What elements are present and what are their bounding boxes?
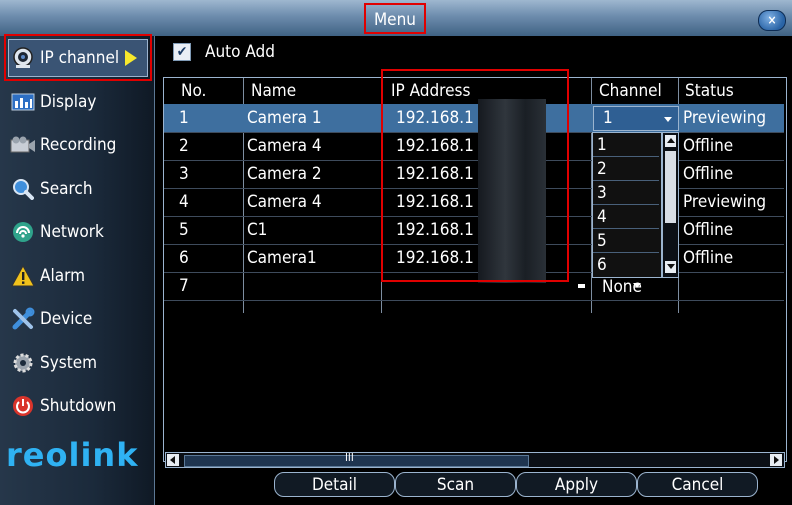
- sidebar-item-system[interactable]: System: [10, 346, 150, 380]
- scan-button[interactable]: Scan: [395, 472, 516, 497]
- scroll-down-icon[interactable]: [665, 261, 676, 273]
- row-marker: [578, 284, 585, 288]
- cell-name: Camera 4: [247, 192, 322, 212]
- cell-status: Offline: [683, 164, 734, 184]
- ip-address-highlight-box: [381, 69, 569, 282]
- active-arrow-icon: [125, 50, 138, 66]
- chevron-down-icon: [664, 117, 672, 122]
- ip-camera-icon: [10, 47, 36, 69]
- scroll-right-icon[interactable]: [770, 454, 782, 466]
- reolink-logo: reolink: [6, 436, 139, 474]
- cell-no: 5: [179, 220, 189, 240]
- cell-status: Offline: [683, 220, 734, 240]
- sidebar-item-recording[interactable]: Recording: [10, 128, 150, 162]
- display-icon: [10, 91, 36, 113]
- cell-name: C1: [247, 220, 268, 240]
- sidebar-item-label: Alarm: [40, 266, 85, 286]
- scroll-left-icon[interactable]: [167, 454, 179, 466]
- cell-no: 4: [179, 192, 189, 212]
- channel-option[interactable]: 5: [593, 229, 659, 253]
- cell-no: 2: [179, 136, 189, 156]
- title-bar: Menu ×: [0, 0, 792, 37]
- channel-option[interactable]: 2: [593, 157, 659, 181]
- cell-name: Camera 2: [247, 164, 322, 184]
- alarm-icon: [10, 265, 36, 287]
- title-highlight-box: [364, 3, 426, 34]
- cell-name: Camera 1: [247, 108, 322, 128]
- sidebar-item-label: Display: [40, 92, 97, 112]
- sidebar-item-alarm[interactable]: Alarm: [10, 259, 150, 293]
- header-name: Name: [251, 81, 297, 101]
- sidebar-item-display[interactable]: Display: [10, 85, 150, 119]
- cell-status: Offline: [683, 248, 734, 268]
- channel-option[interactable]: 3: [593, 181, 659, 205]
- sidebar-item-label: Shutdown: [40, 396, 117, 416]
- cell-no: 3: [179, 164, 189, 184]
- header-status: Status: [685, 81, 734, 101]
- search-icon: [10, 178, 36, 200]
- channel-dropdown-list: 1 2 3 4 5 6: [592, 132, 662, 278]
- sidebar-item-label: IP channel: [40, 48, 120, 68]
- cell-name: Camera1: [247, 248, 317, 268]
- apply-button[interactable]: Apply: [516, 472, 637, 497]
- sidebar-item-label: Search: [40, 179, 93, 199]
- device-icon: [10, 307, 36, 330]
- close-button[interactable]: ×: [758, 10, 786, 31]
- sidebar-item-shutdown[interactable]: Shutdown: [10, 389, 150, 423]
- sidebar-item-ip-channel[interactable]: IP channel: [10, 41, 150, 75]
- scroll-thumb[interactable]: [665, 151, 676, 223]
- sidebar-item-device[interactable]: Device: [10, 302, 150, 336]
- channel-option[interactable]: 6: [593, 253, 659, 277]
- cell-name: Camera 4: [247, 136, 322, 156]
- header-channel: Channel: [599, 81, 662, 101]
- sidebar-item-label: Device: [40, 309, 93, 329]
- sidebar-item-label: Network: [40, 222, 104, 242]
- channel-dropdown-scrollbar[interactable]: [662, 132, 679, 278]
- sidebar: IP channel Display Recording Search Netw…: [0, 34, 155, 505]
- table-horizontal-scrollbar[interactable]: III: [165, 451, 785, 468]
- channel-dropdown-value: 1: [603, 108, 613, 128]
- scroll-thumb[interactable]: III: [184, 451, 529, 467]
- auto-add-option[interactable]: ✔ Auto Add: [173, 42, 275, 62]
- cell-no: 1: [179, 108, 189, 128]
- scroll-up-icon[interactable]: [665, 135, 676, 147]
- network-icon: [10, 221, 36, 243]
- header-no: No.: [181, 81, 207, 101]
- scroll-thumb-grip: III: [345, 451, 354, 464]
- shutdown-icon: [10, 395, 36, 417]
- cell-status: Offline: [683, 136, 734, 156]
- recording-icon: [10, 134, 36, 156]
- channel-dropdown-arrow-icon: [633, 283, 641, 288]
- cancel-button[interactable]: Cancel: [637, 472, 758, 497]
- cell-no: 6: [179, 248, 189, 268]
- sidebar-item-label: System: [40, 353, 98, 373]
- channel-option[interactable]: 1: [593, 133, 659, 157]
- system-icon: [10, 352, 36, 374]
- channel-option[interactable]: 4: [593, 205, 659, 229]
- sidebar-item-search[interactable]: Search: [10, 172, 150, 206]
- auto-add-checkbox[interactable]: ✔: [173, 43, 191, 61]
- nvr-menu-window: Menu × IP channel Display Recording Sear…: [0, 0, 792, 505]
- sidebar-item-label: Recording: [40, 135, 117, 155]
- auto-add-label: Auto Add: [205, 42, 275, 62]
- cell-status: Previewing: [683, 108, 767, 128]
- channel-dropdown[interactable]: 1: [593, 106, 679, 131]
- sidebar-item-network[interactable]: Network: [10, 215, 150, 249]
- cell-status: Previewing: [683, 192, 767, 212]
- detail-button[interactable]: Detail: [274, 472, 395, 497]
- cell-no: 7: [179, 276, 189, 296]
- ip-channel-panel: ✔ Auto Add No. Name IP Address Channel S…: [155, 36, 792, 505]
